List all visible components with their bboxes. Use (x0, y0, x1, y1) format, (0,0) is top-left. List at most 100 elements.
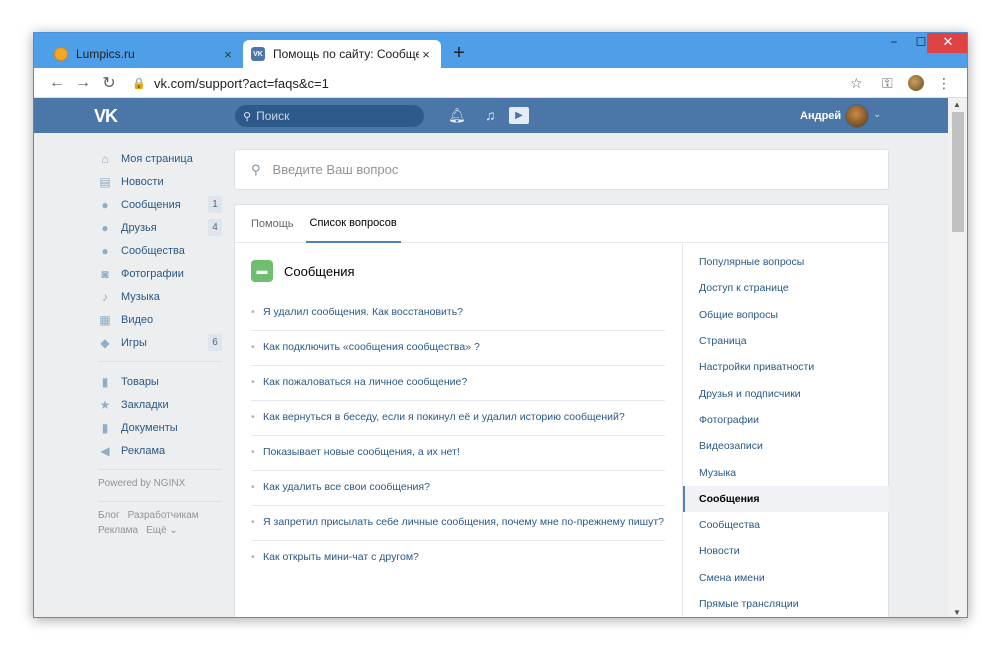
help-panel: Помощь Список вопросов ▬ Сообщения Я уда… (234, 204, 889, 617)
reload-icon[interactable]: ↻ (96, 73, 122, 93)
sidebar-item[interactable]: ▮ Документы (98, 416, 222, 439)
bookmark-star-icon[interactable]: ☆ (850, 68, 863, 98)
vk-search-input[interactable]: ⚲ Поиск (235, 105, 424, 127)
back-icon[interactable]: ← (44, 74, 70, 92)
question-link[interactable]: Как удалить все свои сообщения? (251, 471, 665, 506)
sidebar-item[interactable]: ★ Закладки (98, 393, 222, 416)
count-badge: 1 (208, 196, 222, 213)
sidebar-item-label: Друзья (121, 221, 157, 234)
category-item[interactable]: Сообщества (683, 512, 889, 538)
tab-label: Помощь по сайту: Сообщения (273, 47, 419, 61)
vk-logo[interactable]: VK (94, 106, 118, 127)
footer-link[interactable]: Блог (98, 510, 120, 525)
scroll-up-icon[interactable]: ▲ (953, 100, 961, 109)
category-item[interactable]: Прямые трансляции (683, 591, 889, 617)
sidebar-divider (98, 469, 222, 470)
category-item[interactable]: Страница (683, 328, 889, 354)
sidebar-item[interactable]: ● Друзья 4 (98, 216, 222, 239)
sidebar-footer: Блог Разработчикам Реклама Ещё ⌄ (98, 510, 222, 540)
tab-lumpics[interactable]: Lumpics.ru × (46, 40, 243, 68)
sidebar-item[interactable]: ◆ Игры 6 (98, 331, 222, 354)
tab-help[interactable]: Помощь (251, 205, 294, 243)
user-name[interactable]: Андрей (800, 110, 841, 122)
scrollbar-thumb[interactable] (952, 112, 964, 232)
lock-icon[interactable]: 🔒 (132, 77, 146, 90)
question-search-input[interactable]: ⚲ Введите Ваш вопрос (234, 149, 889, 190)
category-item[interactable]: Смена имени (683, 565, 889, 591)
sidebar-item[interactable]: ● Сообщества (98, 239, 222, 262)
help-tabs: Помощь Список вопросов (235, 205, 888, 243)
sidebar-item-label: Видео (121, 313, 154, 326)
sidebar-item-label: Новости (121, 175, 164, 188)
messages-icon: ● (101, 197, 109, 212)
question-link[interactable]: Как пожаловаться на личное сообщение? (251, 366, 665, 401)
category-item[interactable]: Доступ к странице (683, 275, 889, 301)
chevron-down-icon[interactable]: ⌄ (873, 109, 881, 120)
message-bubble-icon: ▬ (251, 260, 273, 282)
sidebar-item[interactable]: ◀ Реклама (98, 439, 222, 462)
minimize-button[interactable]: − (880, 33, 908, 53)
browser-menu-icon[interactable]: ⋮ (937, 68, 951, 98)
address-toolbar: ← → ↻ 🔒 vk.com/support?act=faqs&c=1 ☆ ⚿ … (34, 68, 967, 98)
left-sidebar: ⌂ Моя страница ▤ Новости ● Сообщения 1 ● Друзья 4… (98, 147, 222, 540)
bell-icon[interactable]: 🔔︎ (448, 107, 466, 124)
category-item[interactable]: Популярные вопросы (683, 249, 889, 275)
category-item[interactable]: Новости (683, 538, 889, 564)
page-viewport: VK ⚲ Поиск 🔔︎ ♫ ▶ Андрей ⌄ ⌂ Моя страница… (34, 98, 948, 617)
communities-icon: ● (101, 243, 109, 258)
tab-close-icon[interactable]: × (419, 47, 433, 62)
question-link[interactable]: Как вернуться в беседу, если я покинул е… (251, 401, 665, 436)
sidebar-item[interactable]: ▮ Товары (98, 370, 222, 393)
category-item[interactable]: Фотографии (683, 407, 889, 433)
footer-link[interactable]: Реклама (98, 525, 138, 540)
footer-link[interactable]: Разработчикам (128, 510, 199, 525)
scrollbar[interactable]: ▲ ▼ (948, 98, 967, 617)
forward-icon[interactable]: → (70, 74, 96, 92)
news-icon: ▤ (99, 174, 111, 189)
sidebar-item[interactable]: ▦ Видео (98, 308, 222, 331)
question-link[interactable]: Показывает новые сообщения, а их нет! (251, 436, 665, 471)
music-icon: ♪ (102, 289, 108, 304)
question-link[interactable]: Как открыть мини-чат с другом? (251, 541, 665, 575)
music-note-icon[interactable]: ♫ (485, 107, 496, 123)
close-window-button[interactable]: ✕ (927, 33, 967, 53)
search-icon: ⚲ (251, 161, 261, 177)
sidebar-divider (98, 361, 222, 362)
profile-avatar[interactable] (908, 75, 924, 91)
tab-label: Lumpics.ru (76, 47, 135, 61)
section-title: Сообщения (284, 263, 355, 279)
sidebar-item[interactable]: ◙ Фотографии (98, 262, 222, 285)
powered-by: Powered by NGINX (98, 478, 186, 489)
question-link[interactable]: Я удалил сообщения. Как восстановить? (251, 296, 665, 331)
footer-link[interactable]: Ещё ⌄ (146, 525, 178, 540)
play-icon[interactable]: ▶ (509, 107, 529, 124)
tab-question-list[interactable]: Список вопросов (305, 205, 401, 243)
home-icon: ⌂ (101, 151, 109, 166)
count-badge: 4 (208, 219, 222, 236)
category-item[interactable]: Настройки приватности (683, 354, 889, 380)
question-link[interactable]: Я запретил присылать себе личные сообщен… (251, 506, 665, 541)
category-item[interactable]: Музыка (683, 459, 889, 485)
scroll-down-icon[interactable]: ▼ (953, 608, 961, 617)
category-item[interactable]: Друзья и подписчики (683, 380, 889, 406)
search-icon: ⚲ (243, 110, 252, 123)
sidebar-item-label: Документы (121, 421, 178, 434)
category-item[interactable]: Видеозаписи (683, 433, 889, 459)
question-link[interactable]: Как подключить «сообщения сообщества» ? (251, 331, 665, 366)
sidebar-item-label: Товары (121, 375, 159, 388)
video-icon: ▦ (99, 312, 111, 327)
category-item[interactable]: Общие вопросы (683, 302, 889, 328)
sidebar-item[interactable]: ⌂ Моя страница (98, 147, 222, 170)
tab-vk-support[interactable]: VK Помощь по сайту: Сообщения × (243, 40, 441, 68)
new-tab-button[interactable]: + (449, 42, 469, 64)
sidebar-item[interactable]: ▤ Новости (98, 170, 222, 193)
count-badge: 6 (208, 334, 222, 351)
password-key-icon[interactable]: ⚿ (882, 68, 893, 98)
tab-close-icon[interactable]: × (221, 47, 235, 62)
sidebar-item[interactable]: ♪ Музыка (98, 285, 222, 308)
category-item[interactable]: Сообщения (683, 485, 889, 512)
sidebar-item[interactable]: ● Сообщения 1 (98, 193, 222, 216)
browser-window: Lumpics.ru × VK Помощь по сайту: Сообщен… (33, 32, 968, 618)
user-avatar[interactable] (845, 104, 869, 128)
address-bar[interactable]: 🔒 vk.com/support?act=faqs&c=1 (132, 71, 872, 95)
